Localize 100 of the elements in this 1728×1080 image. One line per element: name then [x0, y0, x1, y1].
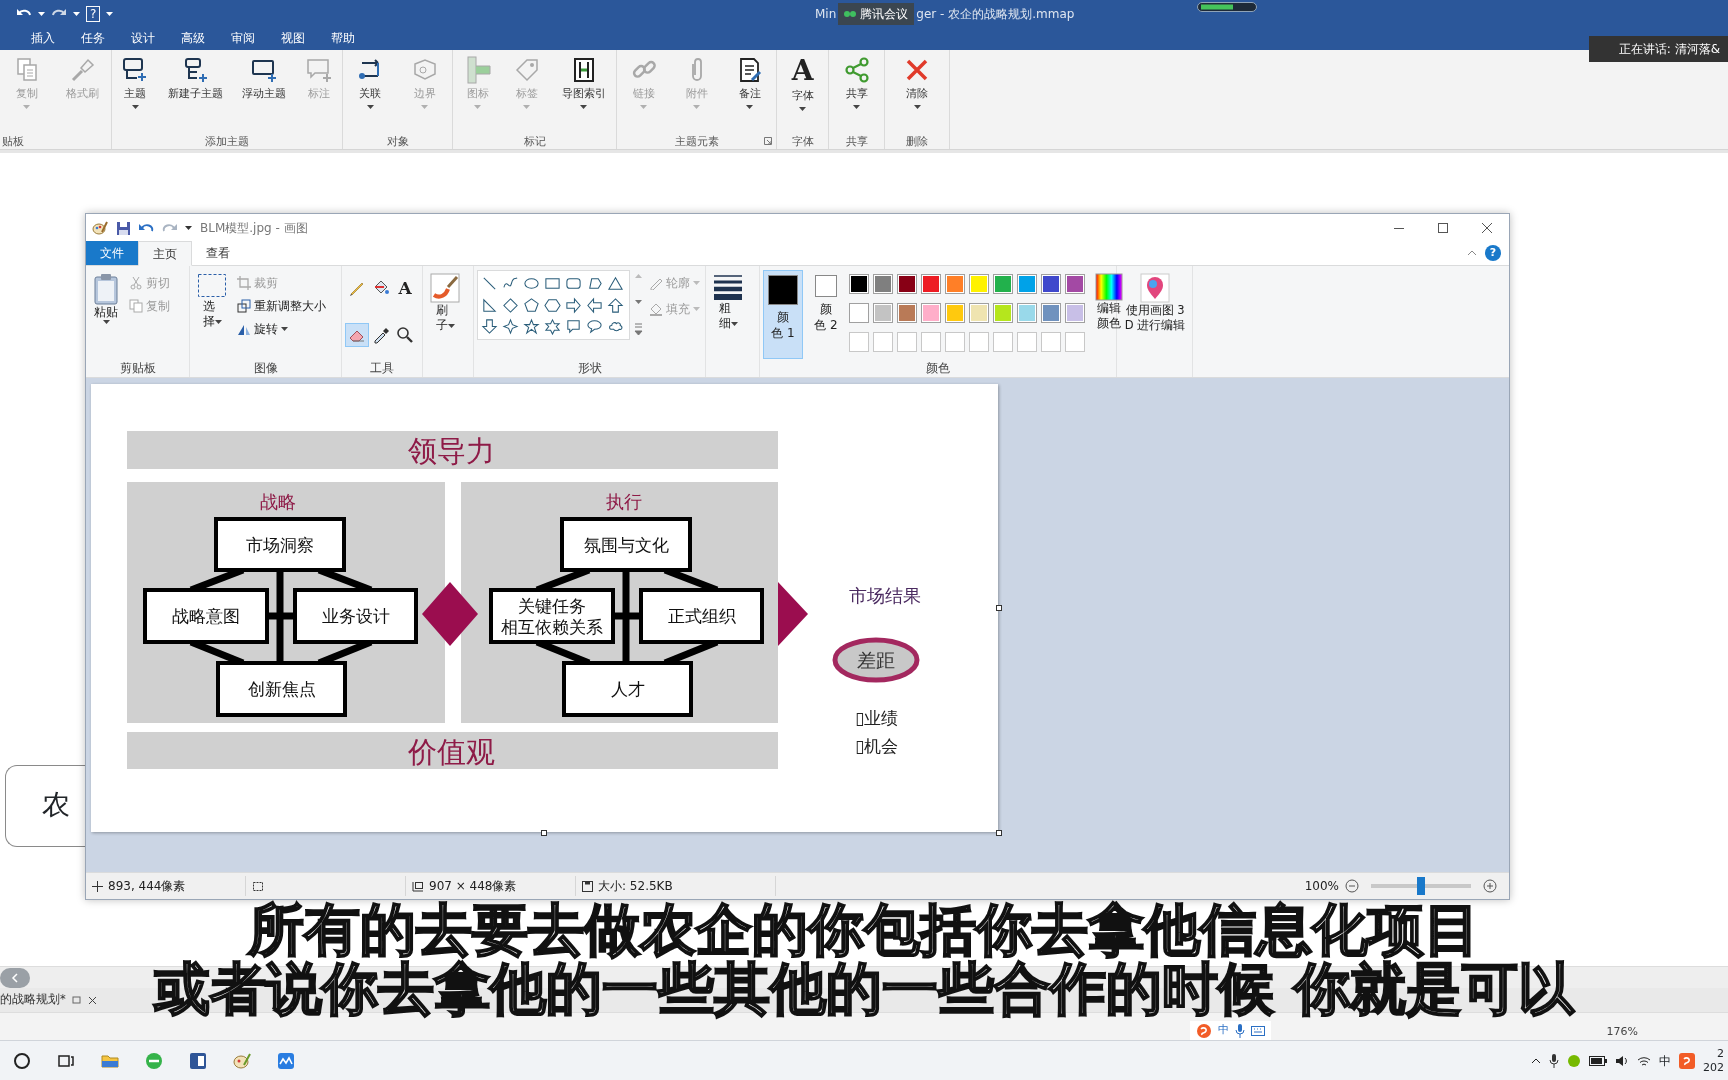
ribbon-tab[interactable]: 任务 [68, 30, 118, 48]
collapse-icon[interactable] [1467, 250, 1477, 256]
color-swatch[interactable] [1040, 303, 1061, 323]
color-swatch[interactable] [896, 303, 917, 323]
ribbon-tab[interactable]: 设计 [118, 30, 168, 48]
shape-icon[interactable] [502, 296, 519, 314]
shape-icon[interactable] [481, 275, 498, 292]
ribbon-button[interactable]: 旋转 [235, 319, 328, 339]
shape-icon[interactable] [523, 318, 540, 336]
shape-icon[interactable] [565, 275, 582, 292]
color-swatch[interactable] [896, 274, 917, 294]
keyboard-icon[interactable] [1251, 1025, 1265, 1036]
color-swatch[interactable] [848, 274, 869, 294]
battery-icon[interactable] [1589, 1055, 1607, 1066]
shape-icon[interactable] [586, 275, 603, 292]
color-swatch[interactable] [944, 303, 965, 323]
ribbon-button[interactable]: 浮动主题 [239, 56, 288, 126]
shape-icon[interactable] [544, 318, 561, 336]
empty-swatch[interactable] [1064, 332, 1085, 352]
color-swatch[interactable] [992, 274, 1013, 294]
resize-handle[interactable] [541, 830, 547, 836]
empty-swatch[interactable] [872, 332, 893, 352]
ribbon-button[interactable]: A 字体 [789, 56, 816, 126]
empty-swatch[interactable] [968, 332, 989, 352]
shape-icon[interactable] [607, 296, 624, 314]
shape-icon[interactable] [544, 275, 561, 292]
volume-icon[interactable] [1615, 1054, 1629, 1067]
ribbon-button[interactable]: 主题 [119, 56, 152, 126]
shape-icon[interactable] [544, 296, 561, 314]
search-icon[interactable] [12, 1050, 32, 1071]
maximize-icon[interactable] [1437, 222, 1449, 234]
empty-swatch[interactable] [848, 332, 869, 352]
shape-icon[interactable] [502, 318, 519, 336]
color-swatch[interactable] [1040, 274, 1061, 294]
launcher-icon[interactable] [764, 137, 772, 145]
tool-button[interactable] [345, 322, 369, 347]
color-button[interactable]: 颜色 2 [807, 270, 845, 359]
shape-icon[interactable] [586, 296, 603, 314]
shape-icon[interactable] [565, 318, 582, 336]
ribbon-tab[interactable]: 视图 [268, 30, 318, 48]
shape-icon[interactable] [523, 296, 540, 314]
empty-swatch[interactable] [992, 332, 1013, 352]
shape-icon[interactable] [523, 275, 540, 292]
tab-menu-icon[interactable] [71, 995, 82, 1005]
help-button[interactable]: ? [1485, 245, 1501, 261]
help-button[interactable]: ? [86, 6, 101, 22]
resize-handle[interactable] [996, 605, 1002, 611]
empty-swatch[interactable] [1016, 332, 1037, 352]
color-swatch[interactable] [944, 274, 965, 294]
select-button[interactable]: 选择 [193, 270, 231, 359]
mindmap-app-icon[interactable] [188, 1050, 208, 1071]
color-swatch[interactable] [872, 274, 893, 294]
input-method[interactable]: 中 [1659, 1051, 1671, 1070]
meeting-app-icon[interactable] [276, 1050, 296, 1071]
ribbon-tab[interactable]: 高级 [168, 30, 218, 48]
size-button[interactable]: 粗细 [709, 270, 747, 359]
shape-icon[interactable] [481, 296, 498, 314]
color-swatch[interactable] [848, 303, 869, 323]
color-swatch[interactable] [1016, 303, 1037, 323]
ribbon-tab[interactable]: 查看 [192, 241, 244, 265]
shape-icon[interactable] [565, 296, 582, 314]
ribbon-button[interactable]: 关联 [354, 56, 387, 126]
color-swatch[interactable] [920, 274, 941, 294]
ribbon-tab[interactable]: 主页 [138, 241, 192, 266]
tool-button[interactable]: A [393, 276, 417, 300]
paste-button[interactable]: 粘贴 [89, 270, 123, 359]
ribbon-button[interactable]: 导图索引 [559, 56, 608, 126]
empty-swatch[interactable] [1040, 332, 1061, 352]
zoom-in-icon[interactable] [1483, 879, 1497, 893]
resize-handle[interactable] [996, 830, 1002, 836]
ime-mode[interactable]: 中 [1218, 1022, 1229, 1039]
color-swatch[interactable] [872, 303, 893, 323]
shape-icon[interactable] [586, 318, 603, 336]
color-swatch[interactable] [920, 303, 941, 323]
color-swatch[interactable] [968, 303, 989, 323]
color-button[interactable]: 颜色 1 [763, 270, 803, 359]
empty-swatch[interactable] [944, 332, 965, 352]
browser-icon[interactable] [144, 1050, 164, 1071]
ribbon-button[interactable]: 共享 [840, 56, 873, 126]
shape-icon[interactable] [607, 275, 624, 292]
brush-button[interactable]: 刷子 [426, 270, 464, 359]
color-swatch[interactable] [968, 274, 989, 294]
microphone-icon[interactable] [1549, 1053, 1559, 1068]
color-swatch[interactable] [1064, 274, 1085, 294]
empty-swatch[interactable] [920, 332, 941, 352]
ribbon-tab[interactable]: 帮助 [318, 30, 368, 48]
close-icon[interactable] [1481, 222, 1493, 234]
close-icon[interactable] [87, 995, 97, 1005]
zoom-out-icon[interactable] [1345, 879, 1359, 893]
color-swatch[interactable] [1016, 274, 1037, 294]
wifi-icon[interactable] [1637, 1054, 1651, 1067]
color-swatch[interactable] [992, 303, 1013, 323]
save-icon[interactable] [116, 220, 131, 236]
ribbon-tab[interactable]: 文件 [86, 241, 138, 265]
chevron-up-icon[interactable] [1531, 1057, 1541, 1064]
shape-icon[interactable] [481, 318, 498, 336]
ribbon-button[interactable]: 清除 [901, 56, 933, 126]
ribbon-button[interactable]: 备注 [733, 56, 766, 126]
color-swatch[interactable] [1064, 303, 1085, 323]
ribbon-button[interactable]: 重新调整大小 [235, 296, 328, 316]
